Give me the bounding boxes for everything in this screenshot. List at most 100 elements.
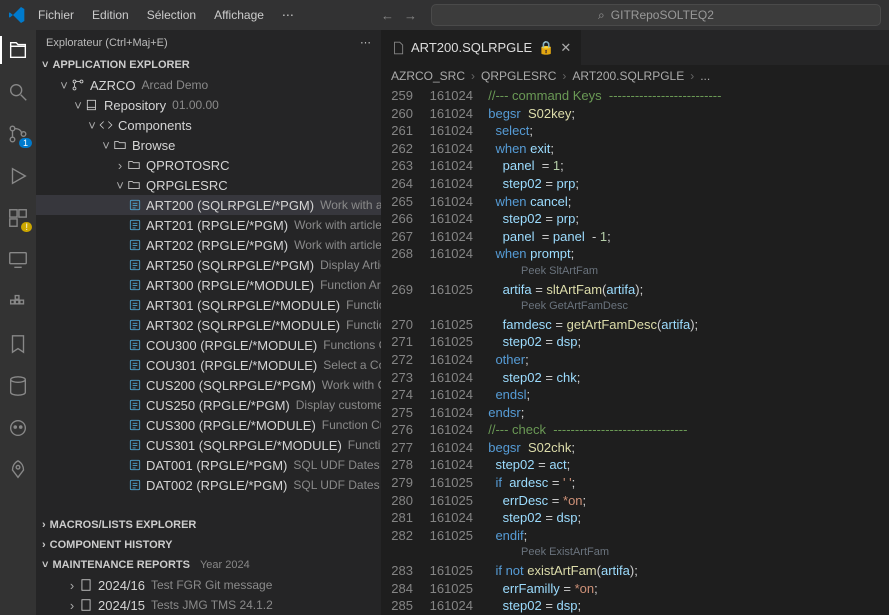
breadcrumb-item[interactable]: AZRCO_SRC [391,69,465,83]
rocket-icon[interactable] [6,458,30,482]
tree-row[interactable]: ART301 (SQLRPGLE/*MODULE)Function Select… [36,295,381,315]
maint-row[interactable]: ›2024/15Tests JMG TMS 24.1.2 [36,595,381,615]
tree-row[interactable]: ˅Repository01.00.00 [36,95,381,115]
menu-item[interactable]: ⋯ [274,4,302,26]
code-line[interactable]: 276161024 //--- check ------------------… [381,421,889,439]
tree-row[interactable]: ›QPROTOSRC [36,155,381,175]
section-app-explorer[interactable]: ˅APPLICATION EXPLORER [36,55,381,75]
breadcrumb[interactable]: AZRCO_SRC›QRPGLESRC›ART200.SQLRPGLE›... [381,65,889,87]
code-line[interactable]: 260161024 begsr S02key; [381,105,889,123]
code-line[interactable]: Peek SltArtFam [381,263,889,281]
breadcrumb-item[interactable]: ... [700,69,710,83]
code-line[interactable]: 282161025 endif; [381,527,889,545]
code-line[interactable]: 273161024 step02 = chk; [381,369,889,387]
docker-icon[interactable] [6,290,30,314]
menu-item[interactable]: Sélection [139,4,204,26]
tree-row[interactable]: ˅Components [36,115,381,135]
code-line[interactable]: 259161024 //--- command Keys -----------… [381,87,889,105]
tree-row[interactable]: ART302 (SQLRPGLE/*MODULE)Function Articl… [36,315,381,335]
tree-row[interactable]: COU301 (RPGLE/*MODULE)Select a Country c… [36,355,381,375]
tab-bar: ART200.SQLRPGLE 🔒 ✕ [381,30,889,65]
copilot-icon[interactable] [6,416,30,440]
code-line[interactable]: Peek ExistArtFam [381,544,889,562]
tree-row[interactable]: ART200 (SQLRPGLE/*PGM)Work with article [36,195,381,215]
code-line[interactable]: 275161024 endsr; [381,404,889,422]
tree-row[interactable]: ART300 (RPGLE/*MODULE)Function Article [36,275,381,295]
code-line[interactable]: 269161025 artifa = sltArtFam(artifa); [381,281,889,299]
code-line[interactable]: Peek GetArtFamDesc [381,298,889,316]
tree-row[interactable]: ART202 (RPGLE/*PGM)Work with article [36,235,381,255]
run-debug-icon[interactable] [6,164,30,188]
sidebar-title: Explorateur (Ctrl+Maj+E) [46,37,168,49]
code-editor[interactable]: 259161024 //--- command Keys -----------… [381,87,889,615]
folder-icon [112,137,128,153]
code-line[interactable]: 261161024 select; [381,122,889,140]
warn-badge: ! [21,222,32,232]
tree-row[interactable]: DAT002 (RPGLE/*PGM)SQL UDF Dates [36,475,381,495]
tree-row[interactable]: COU300 (RPGLE/*MODULE)Functions Country [36,335,381,355]
database-icon[interactable] [6,374,30,398]
folder-icon [126,177,142,193]
chevron-down-icon: ˅ [42,559,48,571]
code-line[interactable]: 278161024 step02 = act; [381,456,889,474]
close-icon[interactable]: ✕ [560,40,571,56]
tree-row[interactable]: CUS200 (SQLRPGLE/*PGM)Work with Customer… [36,375,381,395]
section-history[interactable]: ›COMPONENT HISTORY [36,535,381,555]
vscode-icon [8,6,26,24]
pgm-icon [128,357,142,373]
nav-forward-icon[interactable]: → [404,8,417,23]
breadcrumb-item[interactable]: QRPGLESRC [481,69,556,83]
search-activity-icon[interactable] [6,80,30,104]
code-line[interactable]: 270161025 famdesc = getArtFamDesc(artifa… [381,316,889,334]
code-line[interactable]: 264161024 step02 = prp; [381,175,889,193]
code-line[interactable]: 263161024 panel = 1; [381,157,889,175]
tree-row[interactable]: DAT001 (RPGLE/*PGM)SQL UDF Dates [36,455,381,475]
extensions-warn-icon[interactable]: ! [6,206,30,230]
code-line[interactable]: 283161025 if not existArtFam(artifa); [381,562,889,580]
menu-item[interactable]: Edition [84,4,137,26]
tree-row[interactable]: ART250 (SQLRPGLE/*PGM)Display Article [36,255,381,275]
code-line[interactable]: 268161024 when prompt; [381,245,889,263]
code-line[interactable]: 274161024 endsl; [381,386,889,404]
menu-item[interactable]: Fichier [30,4,82,26]
section-macros[interactable]: ›MACROS/LISTS EXPLORER [36,515,381,535]
code-line[interactable]: 277161024 begsr S02chk; [381,439,889,457]
pgm-icon [128,457,142,473]
code-line[interactable]: 262161024 when exit; [381,140,889,158]
tree-row[interactable]: ˅QRPGLESRC [36,175,381,195]
pgm-icon [128,277,142,293]
pgm-icon [128,337,142,353]
nav-arrows: ← → [371,8,427,23]
breadcrumb-item[interactable]: ART200.SQLRPGLE [572,69,684,83]
code-line[interactable]: 266161024 step02 = prp; [381,210,889,228]
scm-icon[interactable]: 1 [6,122,30,146]
explorer-icon[interactable] [6,38,30,62]
code-line[interactable]: 281161024 step02 = dsp; [381,509,889,527]
tree-row[interactable]: CUS250 (RPGLE/*PGM)Display customer [36,395,381,415]
code-line[interactable]: 284161025 errFamilly = *on; [381,580,889,598]
nav-back-icon[interactable]: ← [381,8,394,23]
code-line[interactable]: 279161025 if ardesc = ' '; [381,474,889,492]
tree-row[interactable]: CUS301 (SQLRPGLE/*MODULE)Function Select… [36,435,381,455]
pgm-icon [128,257,142,273]
section-maintenance[interactable]: ˅MAINTENANCE REPORTSYear 2024 [36,555,381,575]
tab-art200[interactable]: ART200.SQLRPGLE 🔒 ✕ [381,30,582,65]
menu-item[interactable]: Affichage [206,4,272,26]
tree-row[interactable]: ˅AZRCOArcad Demo [36,75,381,95]
bookmark-icon[interactable] [6,332,30,356]
code-line[interactable]: 285161024 step02 = dsp; [381,597,889,615]
code-line[interactable]: 280161025 errDesc = *on; [381,492,889,510]
tree-row[interactable]: ART201 (RPGLE/*PGM)Work with article [36,215,381,235]
code-line[interactable]: 272161024 other; [381,351,889,369]
pgm-icon [128,377,142,393]
tree-row[interactable]: CUS300 (RPGLE/*MODULE)Function Customer [36,415,381,435]
maint-row[interactable]: ›2024/16Test FGR Git message [36,575,381,595]
pgm-icon [128,397,142,413]
code-line[interactable]: 267161024 panel = panel - 1; [381,228,889,246]
tree-row[interactable]: ˅Browse [36,135,381,155]
code-line[interactable]: 271161025 step02 = dsp; [381,333,889,351]
command-center[interactable]: ⌕ GITRepoSOLTEQ2 [431,4,881,26]
code-line[interactable]: 265161024 when cancel; [381,193,889,211]
more-icon[interactable]: ⋯ [360,36,371,49]
remote-icon[interactable] [6,248,30,272]
